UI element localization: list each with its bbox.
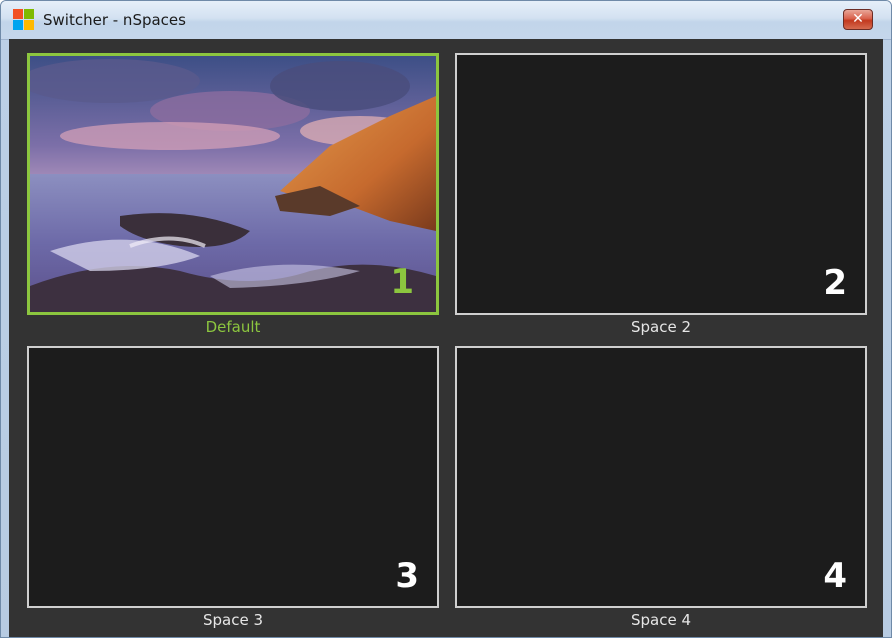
- windows-logo-icon: [13, 9, 35, 31]
- title-bar[interactable]: Switcher - nSpaces ✕: [1, 1, 891, 40]
- space-tile-2[interactable]: 2: [455, 53, 867, 315]
- space-number-2: 2: [823, 263, 847, 303]
- space-number-1: 1: [390, 262, 414, 302]
- close-icon: ✕: [852, 11, 864, 27]
- close-button[interactable]: ✕: [843, 9, 873, 30]
- space-number-4: 4: [823, 556, 847, 596]
- space-label-4: Space 4: [630, 611, 692, 629]
- space-number-3: 3: [395, 556, 419, 596]
- switcher-window: Switcher - nSpaces ✕ 1 Default 2 Space 2…: [0, 0, 892, 638]
- space-tile-3[interactable]: 3: [27, 346, 439, 608]
- wallpaper-thumbnail: [30, 56, 436, 312]
- space-label-2: Space 2: [630, 318, 692, 336]
- space-label-3: Space 3: [202, 611, 264, 629]
- space-label-1: Default: [205, 318, 261, 336]
- space-tile-4[interactable]: 4: [455, 346, 867, 608]
- window-title: Switcher - nSpaces: [43, 11, 186, 29]
- spaces-grid: 1 Default 2 Space 2 3 Space 3 4 Space 4: [9, 39, 883, 637]
- space-tile-1[interactable]: 1: [27, 53, 439, 315]
